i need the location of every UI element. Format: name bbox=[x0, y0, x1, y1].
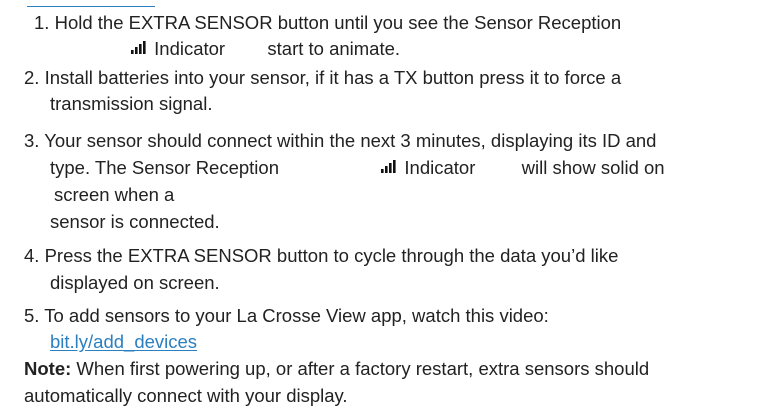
note-label: Note: bbox=[24, 358, 72, 379]
step-5: 5. To add sensors to your La Crosse View… bbox=[24, 305, 549, 327]
step-text: sensor is connected. bbox=[50, 211, 220, 232]
step-4: 4. Press the EXTRA SENSOR button to cycl… bbox=[24, 245, 618, 267]
step-3-continuation: type. The Sensor Reception Indicator wil… bbox=[50, 157, 665, 179]
step-number: 5. bbox=[24, 305, 40, 326]
previous-link-underline bbox=[27, 0, 155, 7]
step-3-continuation-2: screen when a bbox=[54, 184, 174, 206]
signal-strength-icon bbox=[131, 41, 149, 55]
step-text: To add sensors to your La Crosse View ap… bbox=[44, 305, 549, 326]
note-continuation: automatically connect with your display. bbox=[24, 385, 348, 407]
note-text: When first powering up, or after a facto… bbox=[76, 358, 650, 379]
step-text: transmission signal. bbox=[50, 93, 213, 114]
step-number: 3. bbox=[24, 130, 40, 151]
step-text: Install batteries into your sensor, if i… bbox=[44, 67, 622, 88]
step-2-continuation: transmission signal. bbox=[50, 93, 212, 115]
indicator-label: Indicator bbox=[404, 157, 476, 178]
step-text: Hold the EXTRA SENSOR button until you s… bbox=[54, 12, 622, 33]
step-3: 3. Your sensor should connect within the… bbox=[24, 130, 656, 152]
indicator-label: Indicator bbox=[154, 38, 226, 59]
note: Note: When first powering up, or after a… bbox=[24, 358, 649, 380]
step-3-continuation-3: sensor is connected. bbox=[50, 211, 220, 233]
step-text: Your sensor should connect within the ne… bbox=[44, 130, 657, 151]
step-1-continuation: Indicator start to animate. bbox=[131, 38, 400, 60]
step-text: screen when a bbox=[54, 184, 175, 205]
signal-strength-icon bbox=[381, 160, 399, 174]
step-number: 4. bbox=[24, 245, 40, 266]
step-text: displayed on screen. bbox=[50, 272, 220, 293]
note-text: automatically connect with your display. bbox=[24, 385, 348, 406]
step-number: 2. bbox=[24, 67, 40, 88]
step-text: start to animate. bbox=[267, 38, 401, 59]
step-text: type. The Sensor Reception bbox=[50, 157, 279, 178]
step-text: Press the EXTRA SENSOR button to cycle t… bbox=[44, 245, 619, 266]
step-2: 2. Install batteries into your sensor, i… bbox=[24, 67, 621, 89]
step-1: 1. Hold the EXTRA SENSOR button until yo… bbox=[34, 12, 621, 34]
step-number: 1. bbox=[34, 12, 50, 33]
step-4-continuation: displayed on screen. bbox=[50, 272, 220, 294]
step-text: will show solid on bbox=[521, 157, 665, 178]
add-devices-link[interactable]: bit.ly/add_devices bbox=[50, 331, 197, 352]
step-5-continuation: bit.ly/add_devices bbox=[50, 331, 197, 353]
